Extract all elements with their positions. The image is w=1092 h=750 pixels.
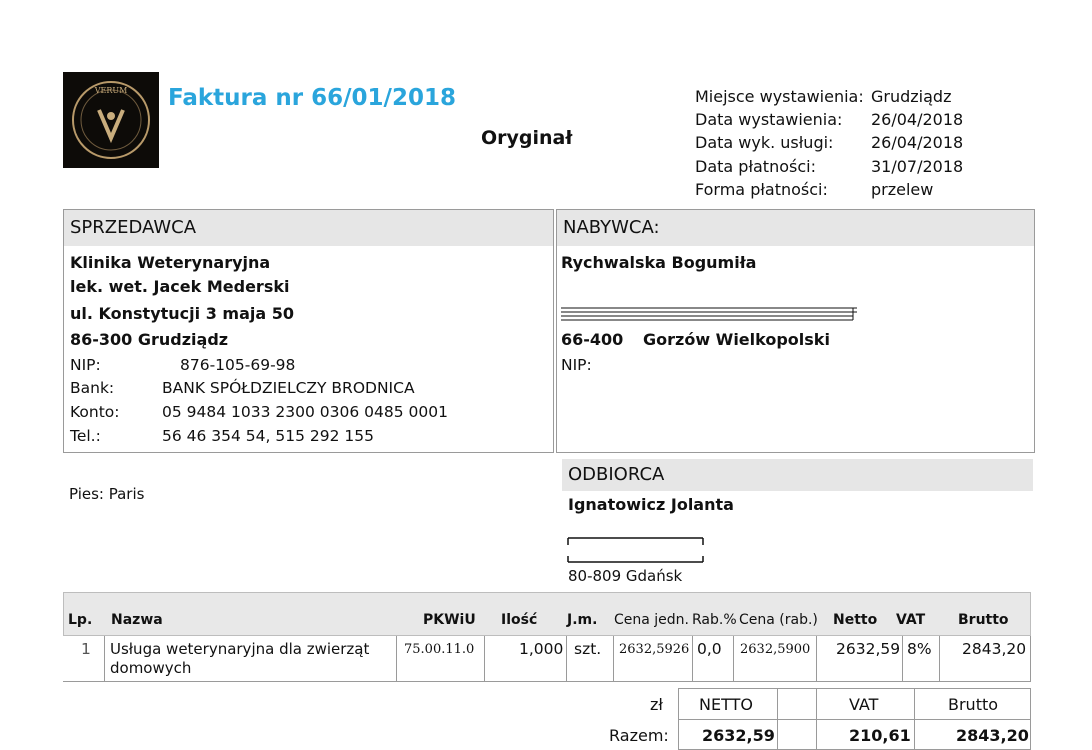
item-discount: 0,0 xyxy=(697,640,722,658)
summary-gross-label: Brutto xyxy=(948,695,999,714)
col-net: Netto xyxy=(833,612,878,628)
seller-phone-label: Tel.: xyxy=(70,427,101,445)
summary-divider xyxy=(816,688,817,750)
seller-phone: 56 46 354 54, 515 292 155 xyxy=(162,427,374,445)
summary-net: 2632,59 xyxy=(702,726,775,745)
row-divider xyxy=(733,636,734,682)
meta-value: 26/04/2018 xyxy=(871,133,964,153)
row-divider xyxy=(692,636,693,682)
buyer-city: Gorzów Wielkopolski xyxy=(643,330,830,349)
summary-divider xyxy=(678,719,1031,720)
col-name: Nazwa xyxy=(111,612,163,628)
recipient-address-redacted xyxy=(567,536,707,570)
item-qty: 1,000 xyxy=(519,640,564,658)
item-net: 2632,59 xyxy=(836,640,901,658)
meta-label: Data płatności: xyxy=(695,156,816,176)
items-table-header xyxy=(63,592,1031,636)
row-divider xyxy=(396,636,397,682)
col-gross: Brutto xyxy=(958,612,1009,628)
recipient-heading: ODBIORCA xyxy=(562,459,1033,491)
item-vat: 8% xyxy=(907,640,932,658)
summary-net-label: NETTO xyxy=(699,695,753,714)
seller-doctor: lek. wet. Jacek Mederski xyxy=(70,277,290,296)
summary-total-label: Razem: xyxy=(609,726,669,745)
col-unit: J.m. xyxy=(567,612,598,628)
meta-value: przelew xyxy=(871,179,934,199)
col-price-disc: Cena (rab.) xyxy=(739,612,818,628)
recipient-city: 80-809 Gdańsk xyxy=(568,567,683,585)
invoice-meta: Miejsce wystawienia: Grudziądz Data wyst… xyxy=(695,85,963,201)
summary-divider xyxy=(777,688,778,750)
buyer-name: Rychwalska Bogumiła xyxy=(561,253,757,272)
summary-gross: 2843,20 xyxy=(956,726,1029,745)
row-divider xyxy=(484,636,485,682)
col-lp: Lp. xyxy=(68,612,93,628)
meta-row: Miejsce wystawienia: Grudziądz xyxy=(695,85,963,108)
col-discount: Rab.% xyxy=(692,612,737,628)
meta-value: 31/07/2018 xyxy=(871,156,964,176)
copy-type: Oryginał xyxy=(481,127,573,149)
row-divider xyxy=(1030,636,1031,682)
item-unit: szt. xyxy=(574,640,602,658)
row-divider xyxy=(939,636,940,682)
meta-value: Grudziądz xyxy=(871,87,952,106)
row-divider xyxy=(816,636,817,682)
row-divider xyxy=(104,636,105,682)
invoice-title: Faktura nr 66/01/2018 xyxy=(168,85,456,111)
seller-bank: BANK SPÓŁDZIELCZY BRODNICA xyxy=(162,379,415,397)
logo-text: VERUM xyxy=(94,86,128,95)
item-gross: 2843,20 xyxy=(962,640,1027,658)
company-logo: VERUM xyxy=(63,72,159,168)
meta-label: Data wyk. usługi: xyxy=(695,133,834,153)
seller-account: 05 9484 1033 2300 0306 0485 0001 xyxy=(162,403,448,421)
seller-account-label: Konto: xyxy=(70,403,120,421)
col-price: Cena jedn. xyxy=(614,612,690,628)
row-divider xyxy=(566,636,567,682)
item-price: 2632,5926 xyxy=(619,642,690,657)
seller-heading: SPRZEDAWCA xyxy=(64,210,553,246)
col-pkwiu: PKWiU xyxy=(423,612,476,628)
seller-bank-label: Bank: xyxy=(70,379,115,397)
row-divider xyxy=(613,636,614,682)
meta-row: Data płatności: 31/07/2018 xyxy=(695,155,963,178)
seller-nip: 876-105-69-98 xyxy=(180,356,296,374)
meta-row: Data wystawienia: 26/04/2018 xyxy=(695,108,963,131)
meta-label: Forma płatności: xyxy=(695,179,828,199)
buyer-nip-label: NIP: xyxy=(561,356,592,374)
item-name-line1: Usługa weterynaryjna dla zwierząt xyxy=(110,640,370,658)
buyer-postcode: 66-400 xyxy=(561,330,624,349)
item-lp: 1 xyxy=(81,640,91,658)
summary-vat: 210,61 xyxy=(849,726,911,745)
seller-nip-label: NIP: xyxy=(70,356,101,374)
summary-vat-label: VAT xyxy=(849,695,879,714)
col-qty: Ilość xyxy=(501,612,538,628)
meta-row: Data wyk. usługi: 26/04/2018 xyxy=(695,131,963,154)
col-vat: VAT xyxy=(896,612,926,628)
summary-currency: zł xyxy=(650,695,663,714)
seller-name: Klinika Weterynaryjna xyxy=(70,253,271,272)
row-divider xyxy=(902,636,903,682)
buyer-address-redacted xyxy=(561,306,861,328)
meta-label: Miejsce wystawienia: xyxy=(695,87,864,106)
meta-label: Data wystawienia: xyxy=(695,110,843,130)
buyer-heading: NABYWCA: xyxy=(557,210,1034,246)
animal-note: Pies: Paris xyxy=(69,485,145,503)
item-name-line2: domowych xyxy=(110,659,192,677)
meta-row: Forma płatności: przelew xyxy=(695,178,963,201)
meta-value: 26/04/2018 xyxy=(871,110,964,130)
summary-divider xyxy=(914,688,915,750)
seller-street: ul. Konstytucji 3 maja 50 xyxy=(70,304,294,323)
item-pkwiu: 75.00.11.0 xyxy=(404,642,475,657)
recipient-name: Ignatowicz Jolanta xyxy=(568,495,734,514)
item-price-disc: 2632,5900 xyxy=(740,642,811,657)
seller-city: 86-300 Grudziądz xyxy=(70,330,229,349)
